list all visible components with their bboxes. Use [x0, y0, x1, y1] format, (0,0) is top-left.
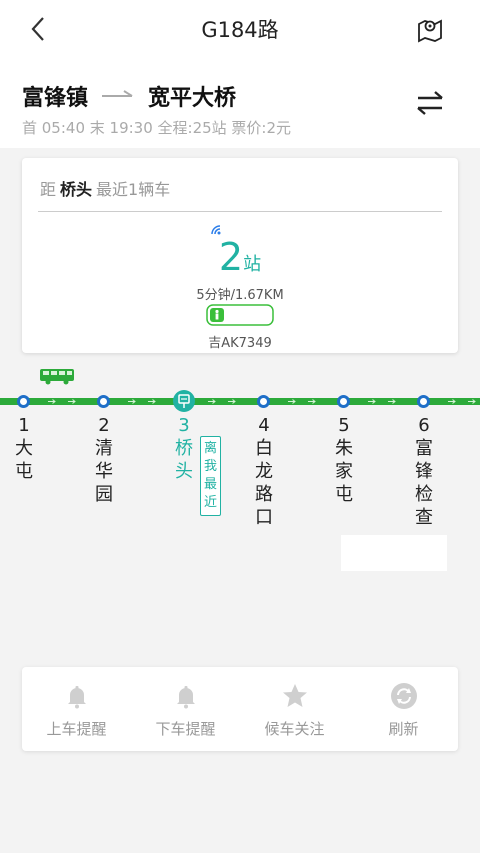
station-number: 3 [178, 415, 190, 436]
stops-count: 2 [218, 235, 244, 279]
nearest-badge: 离我最近 [200, 436, 221, 516]
station-name: 白龙路口 [255, 438, 273, 528]
station-number: 4 [258, 415, 270, 436]
card-divider [38, 211, 442, 212]
station-number: 5 [338, 415, 350, 436]
direction-arrow-icon [48, 399, 56, 404]
distance-suffix: 最近1辆车 [96, 180, 171, 199]
direction-arrow-icon [308, 399, 316, 404]
board-reminder-button[interactable]: 上车提醒 [22, 667, 131, 751]
action-label: 候车关注 [264, 720, 325, 738]
page-title: G184路 [201, 18, 279, 42]
stop-dot[interactable] [257, 395, 270, 408]
direction-arrow-icon [468, 399, 476, 404]
station-name: 富锋检查 [415, 438, 433, 528]
station-label[interactable]: 1 大屯 [11, 414, 37, 483]
station-name: 桥头 [175, 438, 193, 482]
action-bar: 上车提醒 下车提醒 候车关注 刷新 [22, 667, 458, 751]
station-label[interactable]: 5 朱家屯 [331, 414, 357, 506]
route-from: 富锋镇 [22, 86, 89, 111]
follow-button[interactable]: 候车关注 [240, 667, 349, 751]
action-label: 上车提醒 [46, 720, 107, 738]
station-label[interactable]: 2 清华园 [91, 414, 117, 506]
direction-arrow-icon [128, 399, 136, 404]
blank-panel [341, 535, 447, 571]
bell-icon [177, 686, 195, 709]
eta-text: 5分钟/1.67KM [196, 288, 284, 303]
direction-arrow-icon [368, 399, 376, 404]
swap-direction-icon[interactable] [416, 90, 444, 116]
distance-line: 距桥头 最近1辆车 [40, 176, 170, 200]
stop-dot[interactable] [17, 395, 30, 408]
station-name: 朱家屯 [335, 438, 353, 505]
direction-arrow-icon [228, 399, 236, 404]
direction-arrow-icon [448, 399, 456, 404]
star-icon [283, 684, 307, 707]
direction-arrow-icon [208, 399, 216, 404]
stops-away: 2站 [22, 235, 458, 279]
target-station: 桥头 [60, 180, 93, 199]
direction-arrow-icon [68, 399, 76, 404]
station-label-current[interactable]: 3 桥头 [171, 414, 197, 483]
direction-arrow-icon [148, 399, 156, 404]
action-label: 下车提醒 [155, 720, 216, 738]
refresh-icon [391, 683, 417, 709]
bus-stop-icon [178, 394, 190, 408]
distance-prefix: 距 [40, 180, 57, 199]
station-number: 6 [418, 415, 430, 436]
alight-reminder-button[interactable]: 下车提醒 [131, 667, 240, 751]
stops-unit: 站 [243, 254, 262, 275]
station-label[interactable]: 4 白龙路口 [251, 414, 277, 529]
stop-dot[interactable] [417, 395, 430, 408]
stop-dot[interactable] [97, 395, 110, 408]
route-to: 宽平大桥 [148, 86, 237, 111]
bell-icon [68, 686, 86, 709]
arrival-card: 距桥头 最近1辆车 2站 5分钟/1.67KM 吉AK7349 [22, 158, 458, 353]
bus-plate: 吉AK7349 [208, 336, 272, 351]
route-meta: 首 05:40 末 19:30 全程:25站 票价:2元 [22, 119, 292, 137]
stop-dot[interactable] [337, 395, 350, 408]
action-label: 刷新 [388, 720, 419, 738]
refresh-button[interactable]: 刷新 [349, 667, 458, 751]
map-pin-icon[interactable] [416, 15, 444, 43]
bus-capacity-icon [206, 304, 274, 326]
current-stop-marker[interactable] [173, 390, 195, 412]
direction-arrow-icon [288, 399, 296, 404]
route-info: 富锋镇 宽平大桥 首 05:40 末 19:30 全程:25站 票价:2元 [0, 60, 480, 148]
station-number: 1 [18, 415, 30, 436]
route-arrow-icon [102, 90, 133, 97]
top-bar: G184路 [0, 0, 480, 60]
station-label[interactable]: 6 富锋检查 [411, 414, 437, 529]
bus-position-icon [40, 369, 74, 385]
station-name: 清华园 [95, 438, 113, 505]
direction-arrow-icon [388, 399, 396, 404]
station-number: 2 [98, 415, 110, 436]
station-name: 大屯 [15, 438, 33, 482]
